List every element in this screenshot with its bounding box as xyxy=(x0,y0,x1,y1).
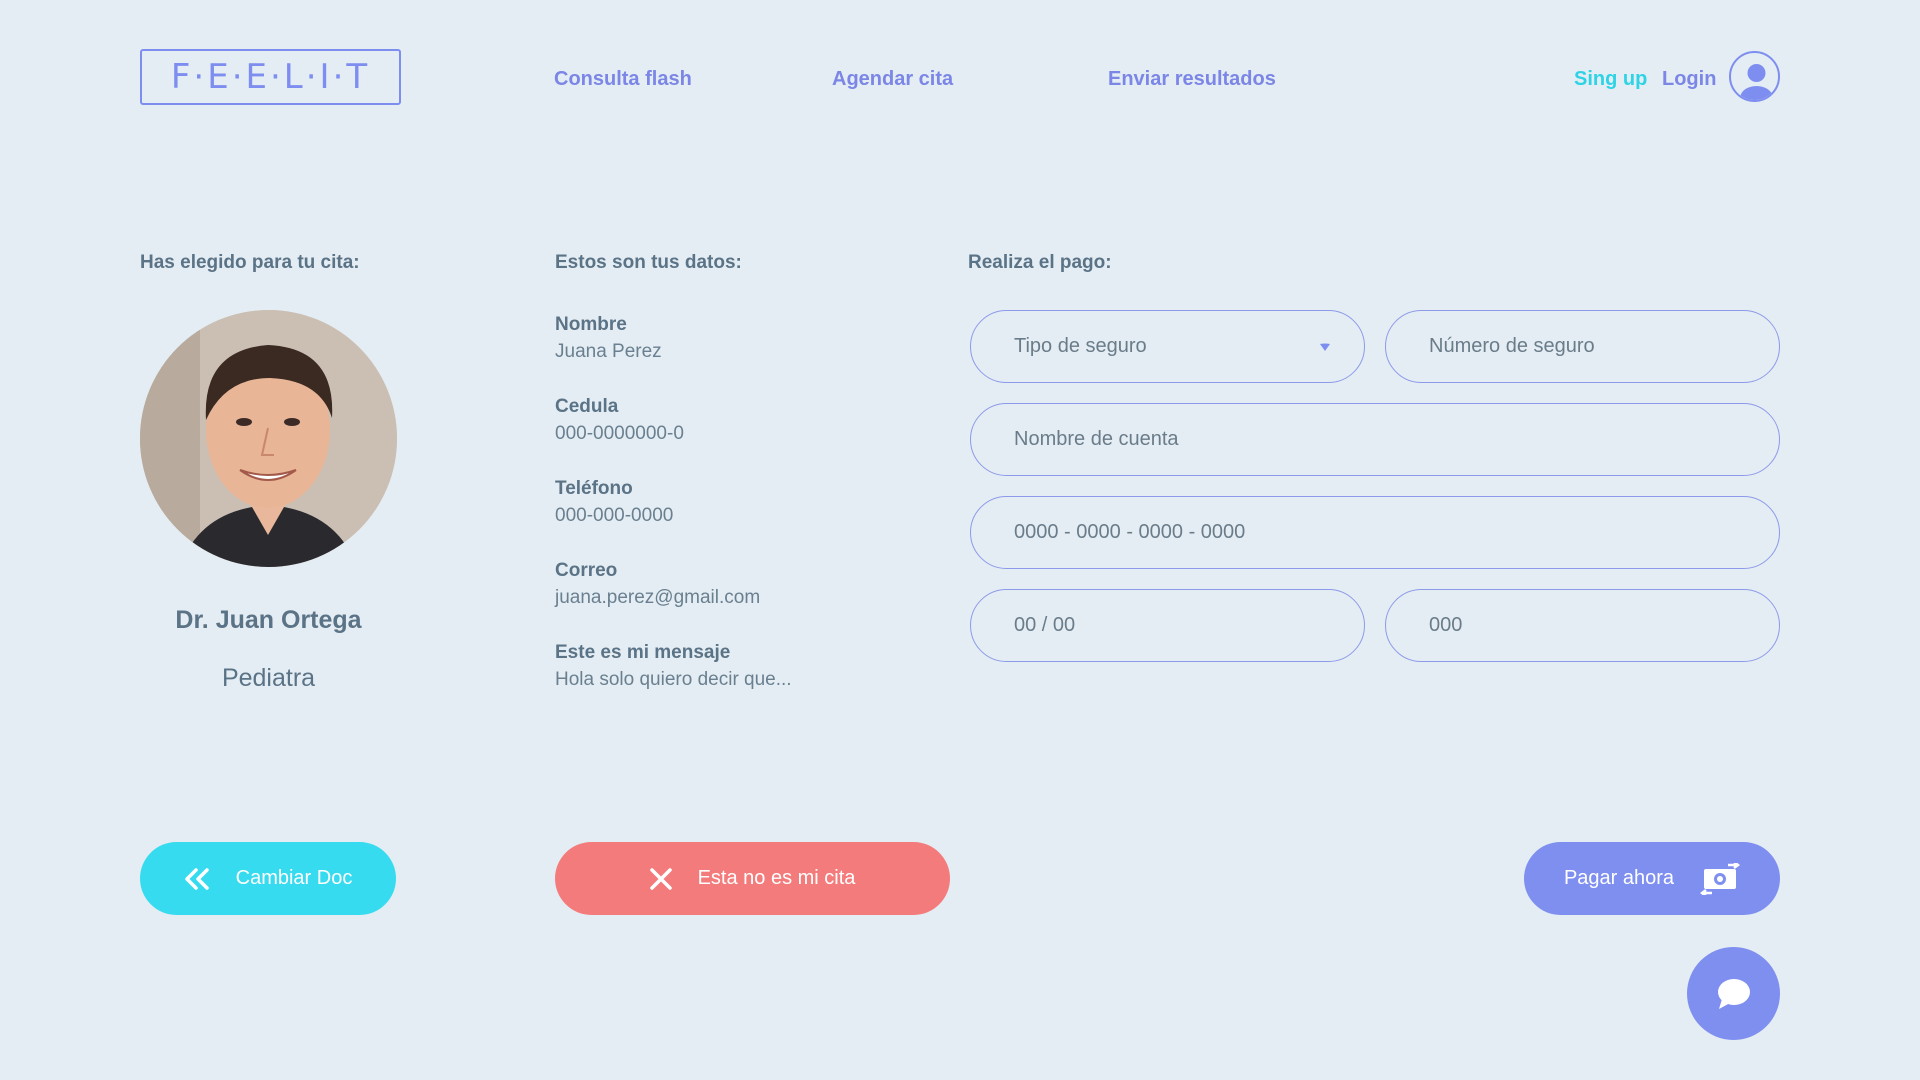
account-name-field[interactable]: Nombre de cuenta xyxy=(970,403,1780,476)
pay-now-button[interactable]: Pagar ahora xyxy=(1524,842,1780,915)
feelit-logo[interactable]: F·E·E·L·I·T xyxy=(140,49,401,105)
email-value: juana.perez@gmail.com xyxy=(555,587,761,608)
close-icon xyxy=(649,867,672,890)
nav-consulta-flash[interactable]: Consulta flash xyxy=(554,68,692,91)
payment-section-title: Realiza el pago: xyxy=(968,252,1112,273)
not-my-appointment-label: Esta no es mi cita xyxy=(697,867,856,889)
insurance-type-placeholder: Tipo de seguro xyxy=(1014,335,1147,357)
nav-agendar-cita[interactable]: Agendar cita xyxy=(832,68,953,91)
chevron-down-icon xyxy=(1320,343,1330,351)
card-number-field[interactable]: 0000 - 0000 - 0000 - 0000 xyxy=(970,496,1780,569)
insurance-type-select[interactable]: Tipo de seguro xyxy=(970,310,1365,383)
doctor-photo xyxy=(140,310,397,567)
doctor-section-title: Has elegido para tu cita: xyxy=(140,252,360,273)
user-avatar[interactable] xyxy=(1729,51,1780,102)
cvv-field[interactable]: 000 xyxy=(1385,589,1780,662)
cvv-placeholder: 000 xyxy=(1429,614,1463,636)
message-value: Hola solo quiero decir que... xyxy=(555,669,792,690)
change-doc-button[interactable]: Cambiar Doc xyxy=(140,842,396,915)
message-label: Este es mi mensaje xyxy=(555,642,731,663)
phone-label: Teléfono xyxy=(555,478,633,499)
expiry-field[interactable]: 00 / 00 xyxy=(970,589,1365,662)
login-link[interactable]: Login xyxy=(1662,68,1716,91)
data-section-title: Estos son tus datos: xyxy=(555,252,742,273)
not-my-appointment-button[interactable]: Esta no es mi cita xyxy=(555,842,950,915)
pay-now-label: Pagar ahora xyxy=(1563,867,1675,889)
user-icon xyxy=(1740,64,1773,100)
phone-value: 000-000-0000 xyxy=(555,505,674,526)
change-doc-label: Cambiar Doc xyxy=(235,867,353,889)
money-exchange-icon xyxy=(1700,862,1741,895)
chat-button[interactable] xyxy=(1687,947,1780,1040)
doctor-specialty: Pediatra xyxy=(221,664,316,692)
cedula-value: 000-0000000-0 xyxy=(555,423,684,444)
double-chevron-left-icon xyxy=(184,867,209,890)
signup-link[interactable]: Sing up xyxy=(1574,68,1647,91)
payment-page: F·E·E·L·I·T Consulta flash Agendar cita … xyxy=(0,0,1920,1080)
doctor-name: Dr. Juan Ortega xyxy=(175,606,362,634)
name-value: Juana Perez xyxy=(555,341,662,362)
chat-bubble-icon xyxy=(1717,978,1750,1009)
cedula-label: Cedula xyxy=(555,396,619,417)
insurance-number-field[interactable]: Número de seguro xyxy=(1385,310,1780,383)
insurance-number-placeholder: Número de seguro xyxy=(1429,335,1595,357)
account-name-placeholder: Nombre de cuenta xyxy=(1014,428,1179,450)
email-label: Correo xyxy=(555,560,618,581)
card-number-placeholder: 0000 - 0000 - 0000 - 0000 xyxy=(1014,521,1246,543)
name-label: Nombre xyxy=(555,314,627,335)
expiry-placeholder: 00 / 00 xyxy=(1014,614,1076,636)
nav-enviar-resultados[interactable]: Enviar resultados xyxy=(1108,68,1276,91)
